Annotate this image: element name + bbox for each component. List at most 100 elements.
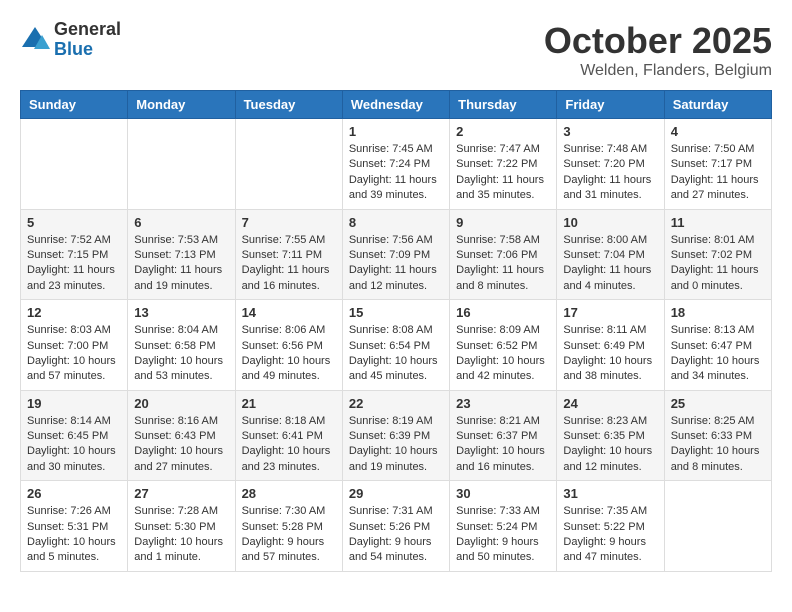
day-number: 13 <box>134 305 228 320</box>
calendar-cell: 16 Sunrise: 8:09 AM Sunset: 6:52 PM Dayli… <box>450 300 557 391</box>
day-number: 12 <box>27 305 121 320</box>
day-info: Sunrise: 8:13 AM Sunset: 6:47 PM Dayligh… <box>671 323 765 385</box>
day-info: Sunrise: 8:25 AM Sunset: 6:33 PM Dayligh… <box>671 414 765 476</box>
day-info: Sunrise: 7:55 AM Sunset: 7:11 PM Dayligh… <box>242 233 336 295</box>
calendar-cell: 7 Sunrise: 7:55 AM Sunset: 7:11 PM Daylig… <box>235 209 342 300</box>
day-info: Sunrise: 8:23 AM Sunset: 6:35 PM Dayligh… <box>563 414 657 476</box>
day-number: 23 <box>456 396 550 411</box>
calendar-cell: 2 Sunrise: 7:47 AM Sunset: 7:22 PM Daylig… <box>450 119 557 210</box>
day-info: Sunrise: 8:21 AM Sunset: 6:37 PM Dayligh… <box>456 414 550 476</box>
day-info: Sunrise: 8:11 AM Sunset: 6:49 PM Dayligh… <box>563 323 657 385</box>
day-info: Sunrise: 8:16 AM Sunset: 6:43 PM Dayligh… <box>134 414 228 476</box>
title-area: October 2025 Welden, Flanders, Belgium <box>544 20 772 80</box>
day-info: Sunrise: 7:33 AM Sunset: 5:24 PM Dayligh… <box>456 504 550 566</box>
day-info: Sunrise: 8:18 AM Sunset: 6:41 PM Dayligh… <box>242 414 336 476</box>
day-number: 30 <box>456 486 550 501</box>
day-info: Sunrise: 7:28 AM Sunset: 5:30 PM Dayligh… <box>134 504 228 566</box>
day-info: Sunrise: 7:53 AM Sunset: 7:13 PM Dayligh… <box>134 233 228 295</box>
calendar-cell: 4 Sunrise: 7:50 AM Sunset: 7:17 PM Daylig… <box>664 119 771 210</box>
day-info: Sunrise: 7:48 AM Sunset: 7:20 PM Dayligh… <box>563 142 657 204</box>
logo-blue-text: Blue <box>54 40 121 60</box>
day-number: 31 <box>563 486 657 501</box>
day-number: 6 <box>134 215 228 230</box>
logo: General Blue <box>20 20 121 60</box>
day-header-saturday: Saturday <box>664 91 771 119</box>
day-info: Sunrise: 7:35 AM Sunset: 5:22 PM Dayligh… <box>563 504 657 566</box>
calendar-cell: 13Sunrise: 8:04 AM Sunset: 6:58 PM Dayli… <box>128 300 235 391</box>
calendar-cell <box>235 119 342 210</box>
day-info: Sunrise: 8:09 AM Sunset: 6:52 PM Dayligh… <box>456 323 550 385</box>
calendar-header-row: SundayMondayTuesdayWednesdayThursdayFrid… <box>21 91 772 119</box>
day-header-wednesday: Wednesday <box>342 91 449 119</box>
calendar-cell: 5Sunrise: 7:52 AM Sunset: 7:15 PM Daylig… <box>21 209 128 300</box>
calendar-cell: 26Sunrise: 7:26 AM Sunset: 5:31 PM Dayli… <box>21 481 128 572</box>
day-header-thursday: Thursday <box>450 91 557 119</box>
day-number: 11 <box>671 215 765 230</box>
day-number: 25 <box>671 396 765 411</box>
calendar-cell: 15Sunrise: 8:08 AM Sunset: 6:54 PM Dayli… <box>342 300 449 391</box>
day-number: 3 <box>563 124 657 139</box>
calendar-body: 1 Sunrise: 7:45 AM Sunset: 7:24 PM Daylig… <box>21 119 772 572</box>
day-number: 18 <box>671 305 765 320</box>
calendar-cell: 8 Sunrise: 7:56 AM Sunset: 7:09 PM Daylig… <box>342 209 449 300</box>
calendar-cell: 17 Sunrise: 8:11 AM Sunset: 6:49 PM Dayli… <box>557 300 664 391</box>
logo-icon <box>20 25 50 55</box>
calendar-cell: 19 Sunrise: 8:14 AM Sunset: 6:45 PM Dayli… <box>21 390 128 481</box>
week-row-3: 12 Sunrise: 8:03 AM Sunset: 7:00 PM Dayli… <box>21 300 772 391</box>
logo-text: General Blue <box>54 20 121 60</box>
week-row-4: 19 Sunrise: 8:14 AM Sunset: 6:45 PM Dayli… <box>21 390 772 481</box>
calendar-cell: 11 Sunrise: 8:01 AM Sunset: 7:02 PM Dayli… <box>664 209 771 300</box>
day-info: Sunrise: 8:01 AM Sunset: 7:02 PM Dayligh… <box>671 233 765 295</box>
day-info: Sunrise: 8:08 AM Sunset: 6:54 PM Dayligh… <box>349 323 443 385</box>
day-info: Sunrise: 7:47 AM Sunset: 7:22 PM Dayligh… <box>456 142 550 204</box>
calendar-cell: 12 Sunrise: 8:03 AM Sunset: 7:00 PM Dayli… <box>21 300 128 391</box>
calendar-cell: 1 Sunrise: 7:45 AM Sunset: 7:24 PM Daylig… <box>342 119 449 210</box>
day-number: 19 <box>27 396 121 411</box>
day-number: 4 <box>671 124 765 139</box>
location-title: Welden, Flanders, Belgium <box>544 62 772 80</box>
calendar-cell <box>664 481 771 572</box>
day-number: 26 <box>27 486 121 501</box>
logo-general-text: General <box>54 20 121 40</box>
day-info: Sunrise: 7:56 AM Sunset: 7:09 PM Dayligh… <box>349 233 443 295</box>
day-info: Sunrise: 8:03 AM Sunset: 7:00 PM Dayligh… <box>27 323 121 385</box>
calendar-cell: 22 Sunrise: 8:19 AM Sunset: 6:39 PM Dayli… <box>342 390 449 481</box>
calendar-cell: 9 Sunrise: 7:58 AM Sunset: 7:06 PM Daylig… <box>450 209 557 300</box>
calendar-cell: 10 Sunrise: 8:00 AM Sunset: 7:04 PM Dayli… <box>557 209 664 300</box>
day-number: 29 <box>349 486 443 501</box>
calendar-cell: 28Sunrise: 7:30 AM Sunset: 5:28 PM Dayli… <box>235 481 342 572</box>
day-info: Sunrise: 7:30 AM Sunset: 5:28 PM Dayligh… <box>242 504 336 566</box>
day-header-tuesday: Tuesday <box>235 91 342 119</box>
day-number: 21 <box>242 396 336 411</box>
day-number: 9 <box>456 215 550 230</box>
day-header-sunday: Sunday <box>21 91 128 119</box>
day-info: Sunrise: 7:45 AM Sunset: 7:24 PM Dayligh… <box>349 142 443 204</box>
day-info: Sunrise: 7:50 AM Sunset: 7:17 PM Dayligh… <box>671 142 765 204</box>
day-number: 1 <box>349 124 443 139</box>
calendar-cell: 27Sunrise: 7:28 AM Sunset: 5:30 PM Dayli… <box>128 481 235 572</box>
day-info: Sunrise: 7:31 AM Sunset: 5:26 PM Dayligh… <box>349 504 443 566</box>
day-info: Sunrise: 8:14 AM Sunset: 6:45 PM Dayligh… <box>27 414 121 476</box>
calendar-cell: 30 Sunrise: 7:33 AM Sunset: 5:24 PM Dayli… <box>450 481 557 572</box>
day-info: Sunrise: 7:52 AM Sunset: 7:15 PM Dayligh… <box>27 233 121 295</box>
day-info: Sunrise: 7:58 AM Sunset: 7:06 PM Dayligh… <box>456 233 550 295</box>
calendar-cell: 23 Sunrise: 8:21 AM Sunset: 6:37 PM Dayli… <box>450 390 557 481</box>
week-row-1: 1 Sunrise: 7:45 AM Sunset: 7:24 PM Daylig… <box>21 119 772 210</box>
calendar-cell: 20Sunrise: 8:16 AM Sunset: 6:43 PM Dayli… <box>128 390 235 481</box>
day-header-monday: Monday <box>128 91 235 119</box>
calendar-cell: 31 Sunrise: 7:35 AM Sunset: 5:22 PM Dayli… <box>557 481 664 572</box>
day-number: 10 <box>563 215 657 230</box>
week-row-2: 5Sunrise: 7:52 AM Sunset: 7:15 PM Daylig… <box>21 209 772 300</box>
day-info: Sunrise: 8:19 AM Sunset: 6:39 PM Dayligh… <box>349 414 443 476</box>
calendar-cell <box>128 119 235 210</box>
day-number: 8 <box>349 215 443 230</box>
calendar-cell: 14Sunrise: 8:06 AM Sunset: 6:56 PM Dayli… <box>235 300 342 391</box>
day-number: 17 <box>563 305 657 320</box>
day-number: 2 <box>456 124 550 139</box>
day-number: 16 <box>456 305 550 320</box>
day-number: 7 <box>242 215 336 230</box>
calendar-cell <box>21 119 128 210</box>
day-number: 14 <box>242 305 336 320</box>
day-info: Sunrise: 8:00 AM Sunset: 7:04 PM Dayligh… <box>563 233 657 295</box>
day-number: 22 <box>349 396 443 411</box>
